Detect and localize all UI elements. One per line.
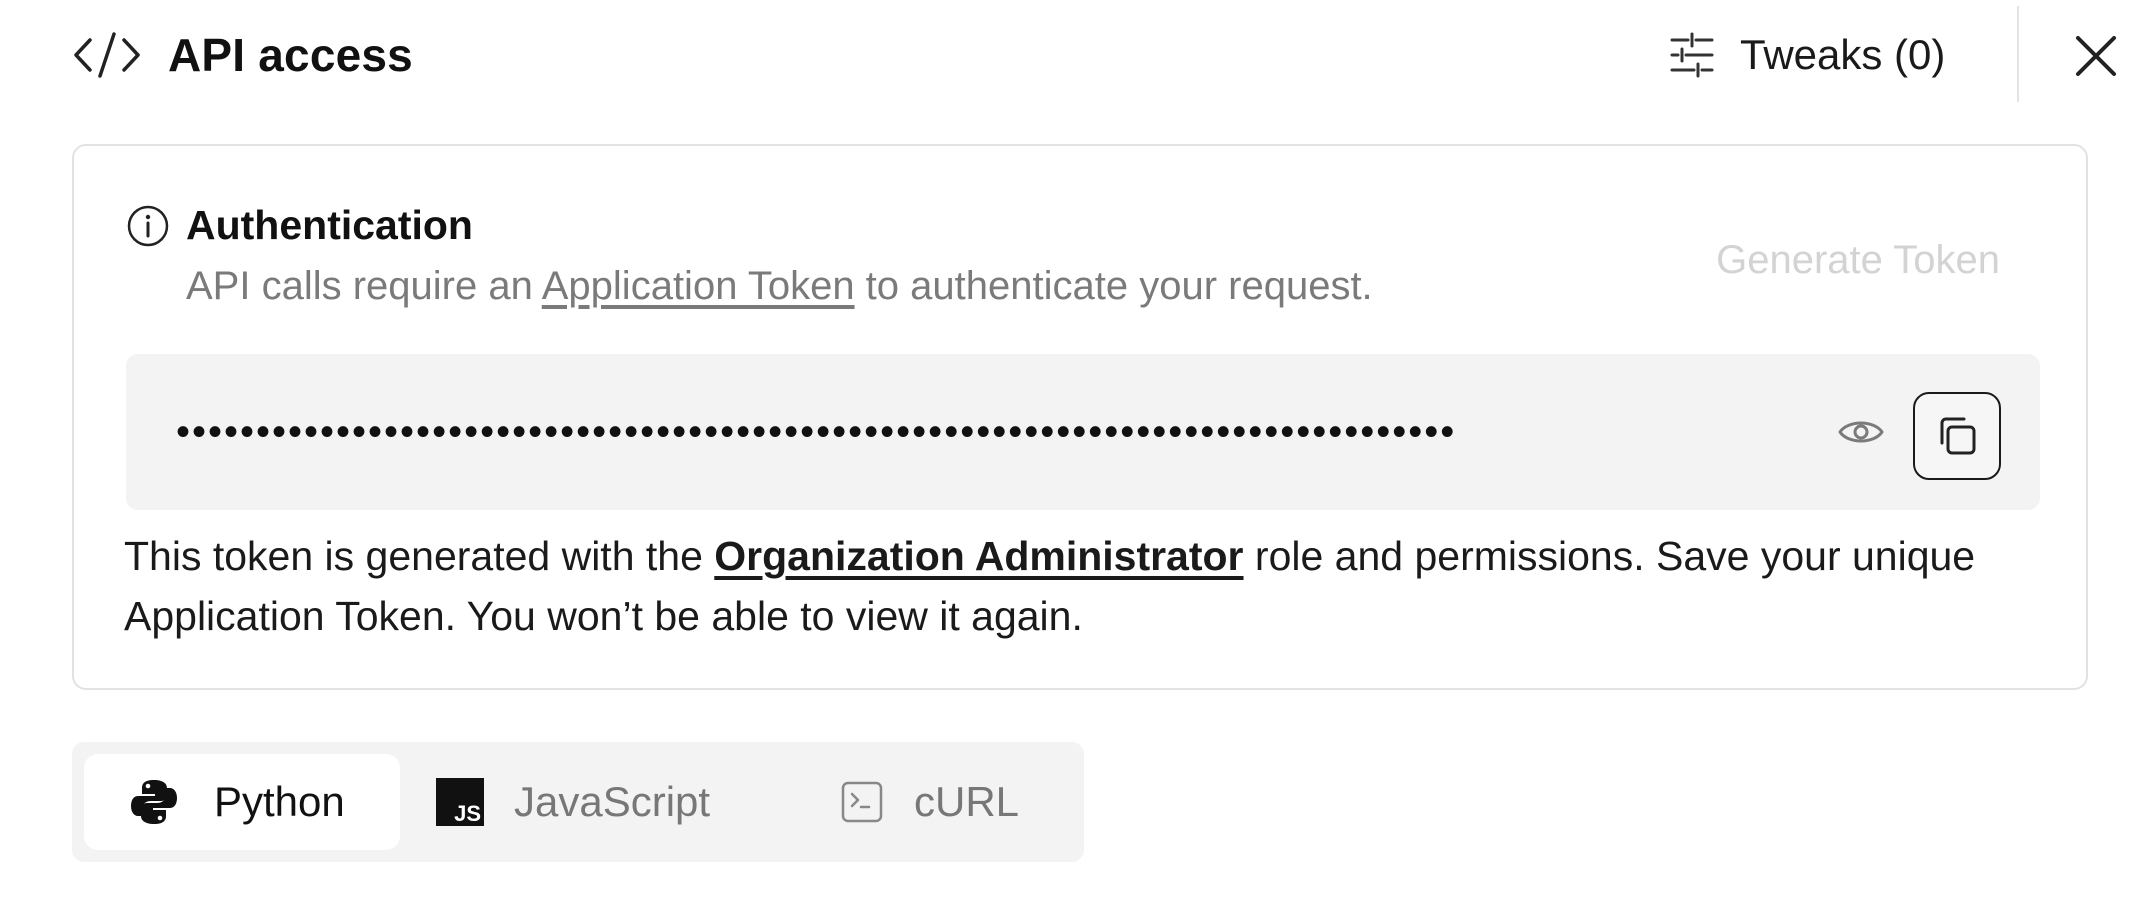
application-token-link[interactable]: Application Token (542, 264, 855, 308)
note-text-start: This token is generated with the (124, 533, 715, 579)
terminal-icon (841, 781, 883, 823)
tab-python[interactable]: Python (84, 754, 400, 850)
tweaks-button[interactable]: Tweaks (0) (1660, 22, 1980, 88)
role-link[interactable]: Organization Administrator (714, 533, 1243, 579)
token-value[interactable]: ••••••••••••••••••••••••••••••••••••••••… (176, 392, 1736, 472)
authentication-card: Authentication API calls require an Appl… (72, 144, 2088, 690)
subtitle-text-start: API calls require an (186, 264, 542, 308)
copy-token-button[interactable] (1913, 392, 2001, 480)
info-icon (127, 205, 169, 247)
authentication-subtitle: API calls require an Application Token t… (186, 264, 1373, 309)
token-note: This token is generated with the Organiz… (124, 526, 2044, 646)
page-title: API access (168, 29, 413, 81)
copy-icon (1940, 417, 1976, 455)
generate-token-button[interactable]: Generate Token (1716, 238, 2000, 283)
header-divider (2017, 6, 2019, 102)
subtitle-text-end: to authenticate your request. (854, 264, 1373, 308)
authentication-title: Authentication (186, 202, 473, 248)
tab-javascript[interactable]: JS JavaScript (436, 754, 766, 850)
tab-python-label: Python (214, 778, 345, 825)
javascript-icon: JS (436, 778, 484, 826)
tab-javascript-label: JavaScript (514, 778, 711, 825)
tab-curl-label: cURL (914, 778, 1020, 825)
tweaks-label: Tweaks (0) (1740, 31, 1946, 78)
close-icon[interactable] (2068, 28, 2124, 84)
code-icon (74, 32, 140, 78)
js-badge-text: JS (454, 801, 481, 826)
token-field: ••••••••••••••••••••••••••••••••••••••••… (126, 354, 2040, 510)
language-tabs: Python JS JavaScript cURL (72, 742, 1084, 862)
eye-icon[interactable] (1836, 408, 1886, 456)
panel-header: API access Tweaks (0) (0, 0, 2142, 110)
sliders-icon (1670, 32, 1714, 78)
tab-curl[interactable]: cURL (840, 754, 1070, 850)
python-icon (131, 780, 177, 824)
